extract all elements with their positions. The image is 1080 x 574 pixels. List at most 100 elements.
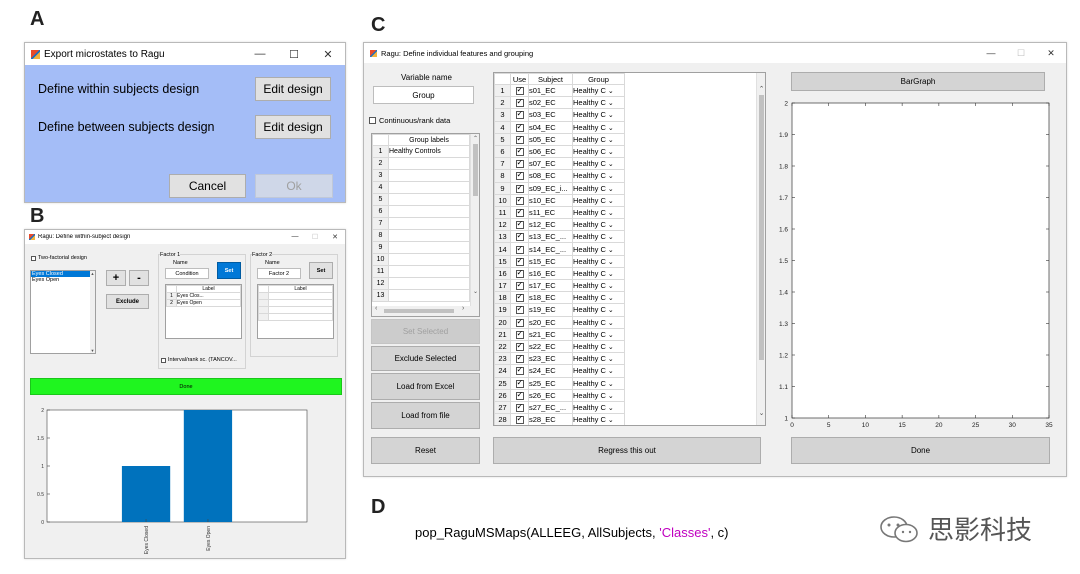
group-label-cell[interactable]: Healthy Controls xyxy=(388,145,470,158)
use-cell[interactable]: ✓ xyxy=(510,144,529,159)
subject-cell[interactable]: s02_EC xyxy=(528,96,573,110)
use-checkbox[interactable]: ✓ xyxy=(515,232,524,242)
table-row[interactable]: 19 ✓ s19_EC Healthy C ⌄ xyxy=(494,303,625,317)
group-dropdown[interactable]: Healthy C ⌄ xyxy=(572,132,625,146)
subject-cell[interactable]: s16_EC xyxy=(528,266,573,281)
use-checkbox[interactable]: ✓ xyxy=(515,256,524,266)
table-row[interactable]: 2 xyxy=(372,157,470,170)
chevron-down-icon[interactable]: ⌄ xyxy=(606,125,614,132)
use-cell[interactable]: ✓ xyxy=(510,413,529,425)
use-cell[interactable]: ✓ xyxy=(510,120,529,134)
table-row[interactable]: 9 ✓ s09_EC_i... Healthy C ⌄ xyxy=(494,181,625,195)
use-checkbox[interactable]: ✓ xyxy=(515,244,524,254)
use-cell[interactable]: ✓ xyxy=(510,169,529,183)
subject-cell[interactable]: s01_EC xyxy=(528,83,573,98)
scroll-down-icon[interactable]: ⌄ xyxy=(757,409,765,417)
chevron-down-icon[interactable]: ⌄ xyxy=(606,198,614,205)
use-cell[interactable]: ✓ xyxy=(510,132,529,146)
label-cell[interactable] xyxy=(268,299,333,307)
use-cell[interactable]: ✓ xyxy=(510,254,529,268)
factor2-label-table[interactable]: Label xyxy=(257,284,334,339)
scroll-right-icon[interactable]: › xyxy=(462,305,464,312)
table-row[interactable]: 11 ✓ s11_EC Healthy C ⌄ xyxy=(494,205,625,220)
use-cell[interactable]: ✓ xyxy=(510,96,529,110)
use-checkbox[interactable]: ✓ xyxy=(515,305,524,315)
group-dropdown[interactable]: Healthy C ⌄ xyxy=(572,218,625,232)
table-row[interactable]: 17 ✓ s17_EC Healthy C ⌄ xyxy=(494,278,625,293)
group-dropdown[interactable]: Healthy C ⌄ xyxy=(572,205,625,220)
group-label-cell[interactable] xyxy=(388,205,470,218)
factor1-name-input[interactable]: Condition xyxy=(165,268,209,279)
chevron-down-icon[interactable]: ⌄ xyxy=(606,344,614,351)
chevron-down-icon[interactable]: ⌄ xyxy=(606,100,614,107)
table-row[interactable]: 26 ✓ s26_EC Healthy C ⌄ xyxy=(494,388,625,402)
subject-cell[interactable]: s10_EC xyxy=(528,193,573,207)
group-dropdown[interactable]: Healthy C ⌄ xyxy=(572,181,625,195)
table-row[interactable]: 13 ✓ s13_EC_... Healthy C ⌄ xyxy=(494,230,625,244)
subject-cell[interactable]: s08_EC xyxy=(528,169,573,183)
label-cell[interactable]: Eyes Clos... xyxy=(176,292,241,300)
label-cell[interactable] xyxy=(268,313,333,321)
use-cell[interactable]: ✓ xyxy=(510,339,529,354)
group-label-cell[interactable] xyxy=(388,253,470,266)
group-label-cell[interactable] xyxy=(388,289,470,302)
group-dropdown[interactable]: Healthy C ⌄ xyxy=(572,169,625,183)
chevron-down-icon[interactable]: ⌄ xyxy=(606,259,614,266)
table-row[interactable]: 1 Healthy Controls xyxy=(372,145,470,158)
edit-between-design-button[interactable]: Edit design xyxy=(255,115,331,139)
use-cell[interactable]: ✓ xyxy=(510,218,529,232)
done-button[interactable]: Done xyxy=(791,437,1050,464)
chevron-down-icon[interactable]: ⌄ xyxy=(606,149,614,156)
group-table-hscrollbar[interactable]: ‹ › xyxy=(372,305,472,316)
group-dropdown[interactable]: Healthy C ⌄ xyxy=(572,303,625,317)
use-checkbox[interactable]: ✓ xyxy=(515,171,524,181)
use-checkbox[interactable]: ✓ xyxy=(515,390,524,400)
subject-cell[interactable]: s25_EC xyxy=(528,376,573,390)
chevron-down-icon[interactable]: ⌄ xyxy=(606,234,614,241)
table-row[interactable]: 6 ✓ s06_EC Healthy C ⌄ xyxy=(494,144,625,159)
group-label-cell[interactable] xyxy=(388,241,470,254)
use-checkbox[interactable]: ✓ xyxy=(515,268,524,278)
table-row[interactable]: 11 xyxy=(372,265,470,278)
group-dropdown[interactable]: Healthy C ⌄ xyxy=(572,400,625,415)
group-dropdown[interactable]: Healthy C ⌄ xyxy=(572,376,625,390)
scroll-down-icon[interactable]: ⌄ xyxy=(471,288,479,295)
subject-cell[interactable]: s05_EC xyxy=(528,132,573,146)
use-checkbox[interactable]: ✓ xyxy=(515,86,524,96)
table-row[interactable]: 18 ✓ s18_EC Healthy C ⌄ xyxy=(494,291,625,305)
group-dropdown[interactable]: Healthy C ⌄ xyxy=(572,291,625,305)
reset-button[interactable]: Reset xyxy=(371,437,480,464)
group-dropdown[interactable]: Healthy C ⌄ xyxy=(572,315,625,329)
use-cell[interactable]: ✓ xyxy=(510,83,529,98)
group-label-cell[interactable] xyxy=(388,265,470,278)
group-dropdown[interactable]: Healthy C ⌄ xyxy=(572,352,625,366)
use-cell[interactable]: ✓ xyxy=(510,266,529,281)
use-cell[interactable]: ✓ xyxy=(510,352,529,366)
table-row[interactable]: 5 xyxy=(372,193,470,206)
chevron-down-icon[interactable]: ⌄ xyxy=(606,405,614,412)
factor1-set-button[interactable]: Set xyxy=(217,262,241,279)
group-dropdown[interactable]: Healthy C ⌄ xyxy=(572,327,625,341)
use-checkbox[interactable]: ✓ xyxy=(515,110,524,120)
chevron-down-icon[interactable]: ⌄ xyxy=(606,222,614,229)
subject-table-scrollbar[interactable]: ⌃ ⌄ xyxy=(756,73,765,425)
maximize-button[interactable]: ☐ xyxy=(277,48,311,61)
exclude-button[interactable]: Exclude xyxy=(106,294,149,309)
group-table-scrollbar[interactable]: ⌃ ⌄ xyxy=(470,134,479,316)
interval-checkbox[interactable]: Interval/rank sc. (TANCOV... xyxy=(161,357,237,363)
use-cell[interactable]: ✓ xyxy=(510,400,529,415)
table-row[interactable]: 28 ✓ s28_EC Healthy C ⌄ xyxy=(494,413,625,425)
subject-cell[interactable]: s17_EC xyxy=(528,278,573,293)
use-cell[interactable]: ✓ xyxy=(510,181,529,195)
group-label-cell[interactable] xyxy=(388,193,470,206)
table-row[interactable]: 3 xyxy=(372,169,470,182)
subject-cell[interactable]: s06_EC xyxy=(528,144,573,159)
edit-within-design-button[interactable]: Edit design xyxy=(255,77,331,101)
subject-cell[interactable]: s22_EC xyxy=(528,339,573,354)
group-dropdown[interactable]: Healthy C ⌄ xyxy=(572,242,625,256)
use-checkbox[interactable]: ✓ xyxy=(515,207,524,217)
table-row[interactable]: 12 ✓ s12_EC Healthy C ⌄ xyxy=(494,218,625,232)
exclude-selected-button[interactable]: Exclude Selected xyxy=(371,346,480,371)
listbox-scrollbar[interactable]: ▲ ▼ xyxy=(90,271,95,353)
table-row[interactable]: 7 xyxy=(372,217,470,230)
